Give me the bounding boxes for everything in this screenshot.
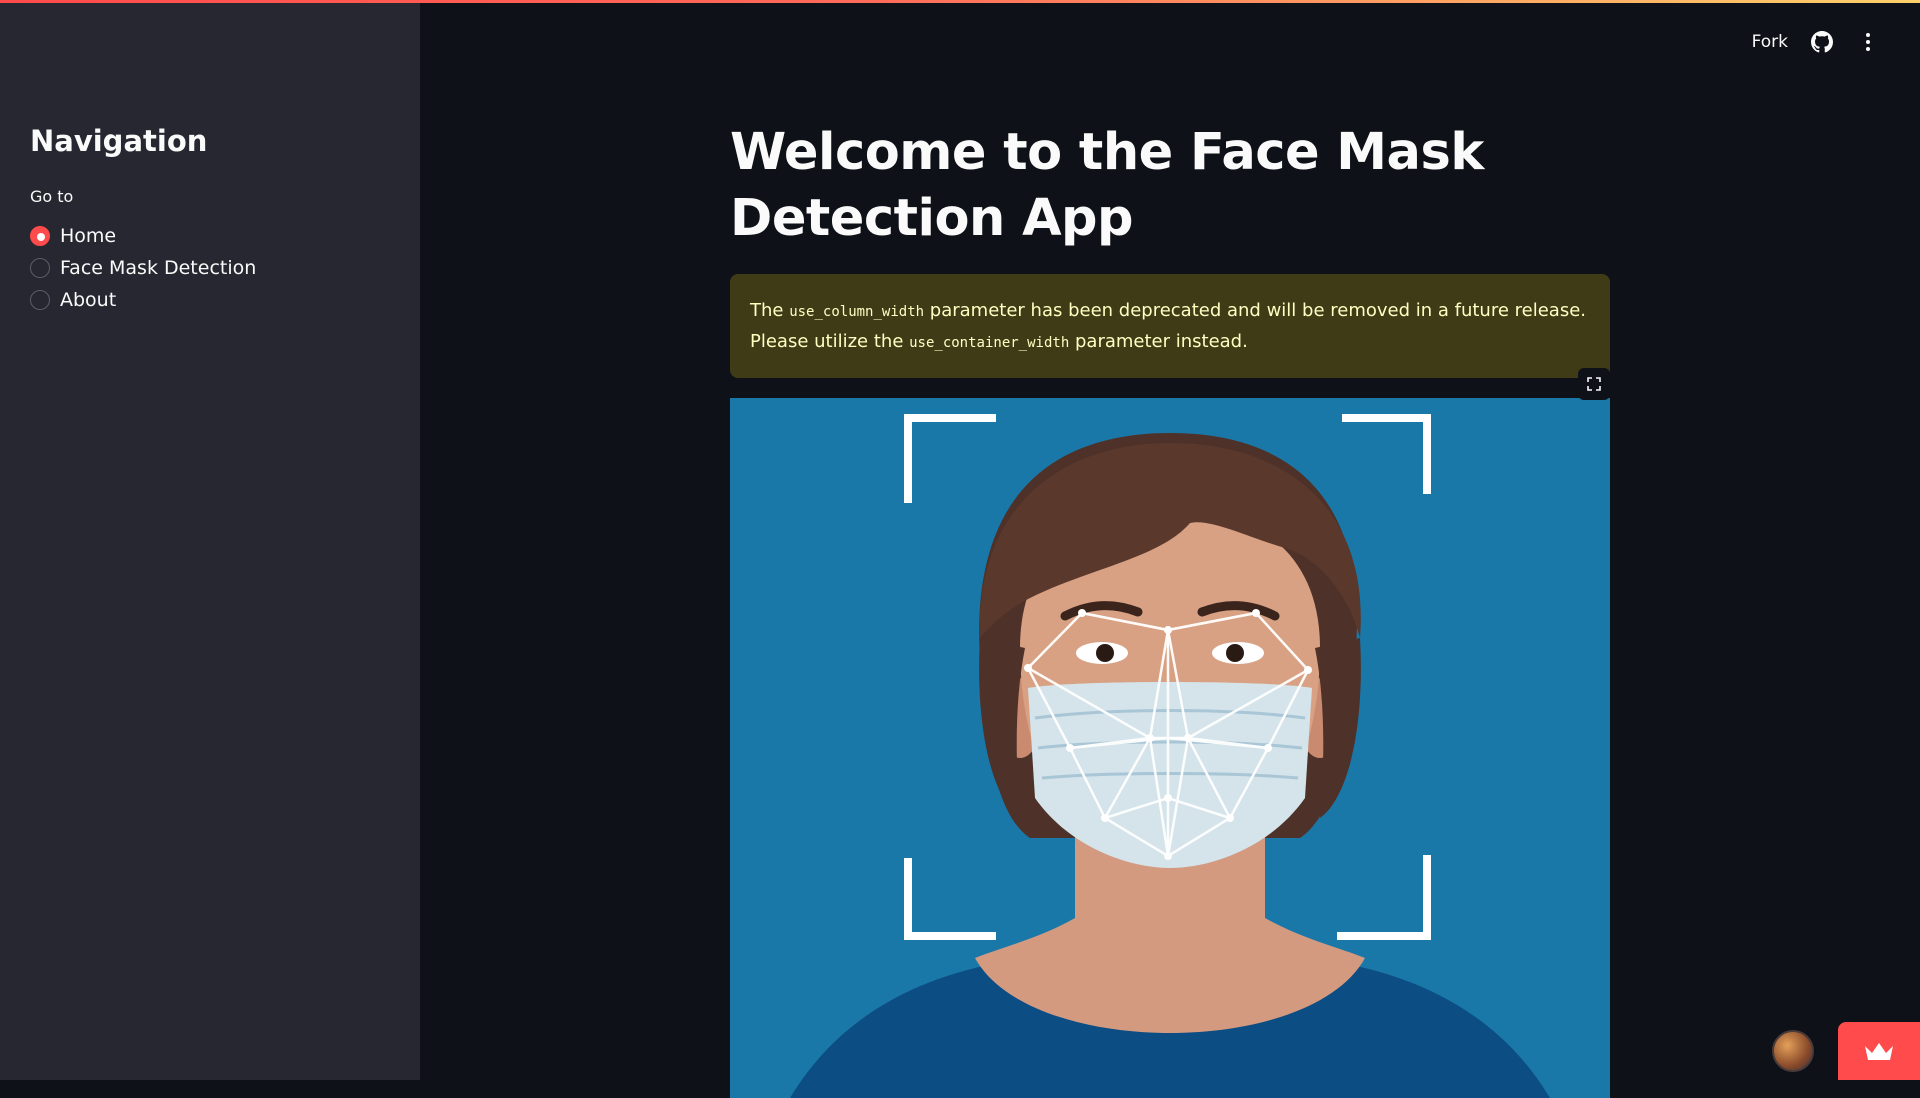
radio-group-label: Go to <box>30 187 74 206</box>
avatar[interactable] <box>1772 1030 1814 1072</box>
warning-code: use_container_width <box>909 335 1070 351</box>
top-accent-bar <box>0 0 1920 3</box>
radio-button[interactable] <box>30 258 50 278</box>
sidebar-title: Navigation <box>30 124 208 158</box>
page-title: Welcome to the Face Mask Detection App <box>730 123 1484 248</box>
github-icon[interactable] <box>1810 30 1834 54</box>
warning-code: use_column_width <box>789 304 925 320</box>
radio-option-home[interactable]: Home <box>30 220 256 252</box>
warning-text: parameter instead. <box>1069 331 1248 352</box>
radio-option-label: Face Mask Detection <box>60 257 257 279</box>
header-actions: Fork <box>1752 30 1880 54</box>
deprecation-warning: The use_column_width parameter has been … <box>730 274 1610 378</box>
sidebar: Navigation Go to Home Face Mask Detectio… <box>0 0 420 1080</box>
crown-icon[interactable] <box>1838 1022 1920 1080</box>
radio-option-label: About <box>60 289 117 311</box>
fork-button[interactable]: Fork <box>1752 32 1788 52</box>
warning-text: The <box>750 300 790 321</box>
navigation-radio-group: Home Face Mask Detection About <box>30 220 256 316</box>
radio-option-face-mask-detection[interactable]: Face Mask Detection <box>30 252 256 284</box>
main-content: Welcome to the Face Mask Detection App T… <box>730 120 1610 1098</box>
radio-option-label: Home <box>60 225 117 247</box>
fullscreen-icon[interactable] <box>1578 368 1610 400</box>
radio-button-checked[interactable] <box>30 226 50 246</box>
face-illustration <box>730 398 1610 1098</box>
radio-option-about[interactable]: About <box>30 284 256 316</box>
face-mask-image <box>730 368 1610 1098</box>
kebab-menu-icon[interactable] <box>1856 30 1880 54</box>
radio-button[interactable] <box>30 290 50 310</box>
